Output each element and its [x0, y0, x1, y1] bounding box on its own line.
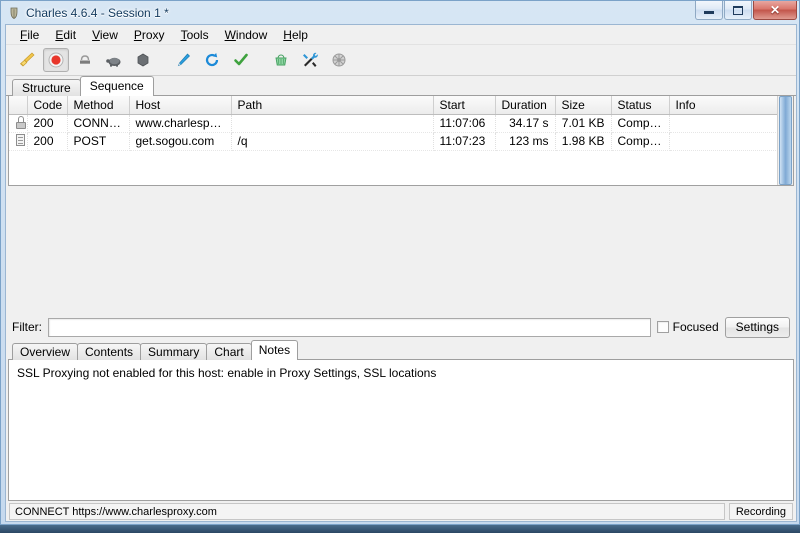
cell-size: 1.98 KB [555, 132, 611, 150]
cell-code: 200 [27, 132, 67, 150]
tab-sequence[interactable]: Sequence [80, 76, 154, 96]
cell-method: CONNECT [67, 114, 129, 132]
cell-host: get.sogou.com [129, 132, 231, 150]
column-header-method[interactable]: Method [67, 96, 129, 114]
close-icon: ✕ [770, 5, 780, 15]
tab-overview[interactable]: Overview [12, 343, 78, 360]
settings-tools-icon[interactable] [297, 48, 323, 72]
cell-size: 7.01 KB [555, 114, 611, 132]
column-header-info[interactable]: Info [669, 96, 777, 114]
tools-basket-icon[interactable] [268, 48, 294, 72]
menu-bar: File Edit View Proxy Tools Window Help [6, 25, 796, 45]
throttle-icon[interactable] [101, 48, 127, 72]
application-window: Charles 4.6.4 - Session 1 * ✕ File Edit … [0, 0, 800, 525]
cell-info [669, 114, 777, 132]
compose-icon[interactable] [170, 48, 196, 72]
menu-item-help[interactable]: Help [275, 26, 316, 44]
filter-label: Filter: [12, 320, 42, 334]
menu-item-view[interactable]: View [84, 26, 126, 44]
cell-start: 11:07:23 [433, 132, 495, 150]
focused-label: Focused [673, 320, 719, 334]
filter-input[interactable] [48, 318, 651, 337]
clear-session-icon[interactable] [14, 48, 40, 72]
tab-contents[interactable]: Contents [77, 343, 141, 360]
column-header-icon[interactable] [9, 96, 27, 114]
status-message: CONNECT https://www.charlesproxy.com [9, 503, 725, 520]
page-icon [15, 134, 27, 147]
column-header-host[interactable]: Host [129, 96, 231, 114]
column-header-status[interactable]: Status [611, 96, 669, 114]
window-controls: ✕ [694, 1, 797, 20]
sequence-table-wrap: Code Method Host Path Start Duration Siz… [9, 96, 777, 185]
minimize-icon [704, 11, 714, 14]
cell-duration: 123 ms [495, 132, 555, 150]
cell-host: www.charlesproxy.... [129, 114, 231, 132]
desktop-background [0, 525, 800, 533]
menu-item-proxy[interactable]: Proxy [126, 26, 173, 44]
toolbar [6, 45, 796, 76]
scrollbar-thumb[interactable] [779, 96, 792, 185]
cell-path [231, 114, 433, 132]
cell-status: Comple... [611, 114, 669, 132]
row-type-icon-cell [9, 114, 27, 132]
dns-icon[interactable] [326, 48, 352, 72]
notes-text: SSL Proxying not enabled for this host: … [17, 366, 785, 380]
settings-button[interactable]: Settings [725, 317, 790, 338]
cell-code: 200 [27, 114, 67, 132]
recording-status-badge[interactable]: Recording [729, 503, 793, 520]
charles-icon [7, 6, 21, 20]
minimize-button[interactable] [695, 1, 723, 20]
client-area: File Edit View Proxy Tools Window Help [5, 24, 797, 522]
tab-chart[interactable]: Chart [206, 343, 251, 360]
column-header-start[interactable]: Start [433, 96, 495, 114]
cell-info [669, 132, 777, 150]
cell-method: POST [67, 132, 129, 150]
maximize-icon [733, 6, 743, 15]
filter-bar: Filter: Focused Settings [6, 314, 796, 340]
window-title: Charles 4.6.4 - Session 1 * [26, 6, 169, 20]
record-icon[interactable] [43, 48, 69, 72]
table-filler [6, 186, 796, 314]
table-header-row: Code Method Host Path Start Duration Siz… [9, 96, 777, 114]
session-view-tabs: Structure Sequence [6, 76, 796, 96]
menu-item-file[interactable]: File [12, 26, 47, 44]
row-type-icon-cell [9, 132, 27, 150]
repeat-icon[interactable] [199, 48, 225, 72]
cell-start: 11:07:06 [433, 114, 495, 132]
cell-duration: 34.17 s [495, 114, 555, 132]
menu-item-window[interactable]: Window [217, 26, 276, 44]
status-bar: CONNECT https://www.charlesproxy.com Rec… [6, 501, 796, 521]
stop-throttle-icon[interactable] [72, 48, 98, 72]
tab-summary[interactable]: Summary [140, 343, 207, 360]
sequence-table: Code Method Host Path Start Duration Siz… [8, 96, 794, 186]
table-row[interactable]: 200 CONNECT www.charlesproxy.... 11:07:0… [9, 114, 777, 132]
cell-status: Comple... [611, 132, 669, 150]
menu-item-edit[interactable]: Edit [47, 26, 84, 44]
column-header-duration[interactable]: Duration [495, 96, 555, 114]
menu-item-tools[interactable]: Tools [173, 26, 217, 44]
focused-checkbox[interactable] [657, 321, 669, 333]
lock-icon [15, 116, 27, 129]
focused-checkbox-wrap[interactable]: Focused [657, 320, 719, 334]
table-row[interactable]: 200 POST get.sogou.com /q 11:07:23 123 m… [9, 132, 777, 150]
title-bar[interactable]: Charles 4.6.4 - Session 1 * ✕ [1, 1, 799, 24]
table-vertical-scrollbar[interactable] [777, 96, 793, 185]
column-header-code[interactable]: Code [27, 96, 67, 114]
notes-pane: SSL Proxying not enabled for this host: … [8, 360, 794, 501]
detail-view-tabs: Overview Contents Summary Chart Notes [6, 340, 796, 360]
tab-notes[interactable]: Notes [251, 340, 298, 360]
breakpoints-icon[interactable] [130, 48, 156, 72]
cell-path: /q [231, 132, 433, 150]
column-header-path[interactable]: Path [231, 96, 433, 114]
tab-structure[interactable]: Structure [12, 79, 81, 96]
close-button[interactable]: ✕ [753, 1, 797, 20]
maximize-button[interactable] [724, 1, 752, 20]
validate-icon[interactable] [228, 48, 254, 72]
column-header-size[interactable]: Size [555, 96, 611, 114]
